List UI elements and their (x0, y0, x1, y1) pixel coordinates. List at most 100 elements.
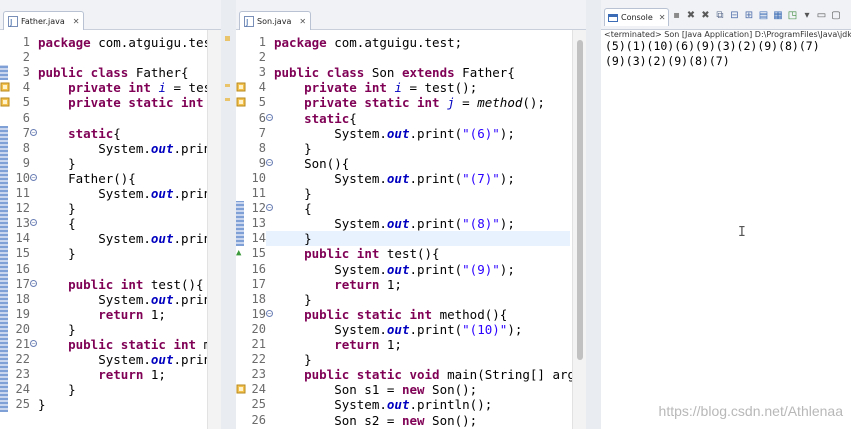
maximize-icon[interactable]: ▢ (831, 10, 842, 21)
code-area[interactable]: 1 package com.atguigu.test; 2 3 public class… (236, 30, 586, 429)
code-line[interactable]: 11 } (236, 186, 586, 201)
code-line[interactable]: 19– public static int method(){ (236, 307, 586, 322)
code-line[interactable]: 2 (0, 50, 221, 65)
minimize-icon[interactable]: ▭ (816, 10, 827, 21)
code-line[interactable]: 17– public int test(){ (0, 277, 221, 292)
code-line[interactable]: 14 System.out.print(" (0, 231, 221, 246)
line-number: 19 (251, 306, 266, 321)
code-line[interactable]: 15 } (0, 246, 221, 261)
code-text: System.out.print("(7)"); (274, 170, 515, 186)
code-line[interactable]: 21 return 1; (236, 337, 586, 352)
code-line[interactable]: 21– public static int meth (0, 337, 221, 352)
warning-marker-icon[interactable] (236, 82, 246, 92)
display-selected-console-icon[interactable]: ▦ (773, 10, 784, 21)
fold-toggle-icon[interactable]: – (30, 340, 37, 347)
warning-marker-icon[interactable] (236, 97, 246, 107)
console-output-line[interactable]: (9)(3)(2)(9)(8)(7) (605, 54, 730, 68)
warning-marker-icon[interactable] (0, 82, 10, 92)
code-line[interactable]: 24 } (0, 382, 221, 397)
fold-toggle-icon[interactable]: – (30, 219, 37, 227)
fold-toggle-icon[interactable]: – (30, 173, 37, 181)
code-line[interactable]: 9– Son(){ (236, 156, 586, 171)
tab-console[interactable]: Console ✕ (604, 8, 670, 26)
code-line[interactable]: 13 System.out.print("(8)"); (236, 216, 586, 231)
code-line[interactable]: 24 Son s1 = new Son(); (236, 382, 586, 397)
code-line[interactable]: 19 return 1; (0, 307, 221, 322)
code-line[interactable]: 3 public class Father{ (0, 65, 221, 80)
code-line[interactable]: 1 package com.atguigu.test; (236, 35, 586, 50)
code-line[interactable]: 25} (0, 397, 221, 412)
fold-toggle-icon[interactable]: – (266, 113, 273, 121)
close-icon[interactable]: ✕ (73, 17, 80, 26)
code-line[interactable]: 23 return 1; (0, 367, 221, 382)
code-line[interactable]: 2 (236, 50, 586, 65)
open-console-icon[interactable]: ◳ (787, 10, 798, 21)
code-line[interactable]: 7 System.out.print("(6)"); (236, 126, 586, 141)
code-line[interactable]: 25 System.out.println(); (236, 397, 586, 412)
code-line[interactable]: 3 public class Son extends Father{ (236, 65, 586, 80)
terminate-icon[interactable]: ✖ (686, 10, 697, 21)
code-line[interactable]: 6– static{ (236, 111, 586, 126)
code-line[interactable]: 20 System.out.print("(10)"); (236, 322, 586, 337)
view-menu-icon[interactable]: ▾ (802, 10, 813, 21)
copy-icon[interactable]: ⧉ (715, 10, 726, 21)
scrollbar-thumb[interactable] (577, 40, 583, 360)
code-line[interactable]: 9 } (0, 156, 221, 171)
code-line[interactable]: 4 private int i = test(); (236, 80, 586, 95)
code-line[interactable]: 16 System.out.print("(9)"); (236, 262, 586, 277)
scroll-lock-icon[interactable]: ⊟ (729, 10, 740, 21)
code-line[interactable]: 5 private static int j = (0, 95, 221, 110)
fold-toggle-icon[interactable]: – (266, 204, 273, 212)
fold-toggle-icon[interactable]: – (266, 158, 273, 166)
code-line[interactable]: 13– { (0, 216, 221, 231)
warning-marker-icon[interactable] (0, 97, 10, 107)
code-line[interactable]: 10 System.out.print("(7)"); (236, 171, 586, 186)
word-wrap-icon[interactable]: ⊞ (744, 10, 755, 21)
code-line[interactable]: 18 System.out.print(" (0, 292, 221, 307)
code-line[interactable]: 8 System.out.print(" (0, 141, 221, 156)
remove-all-terminated-icon[interactable]: ▪ (671, 10, 682, 21)
fold-toggle-icon[interactable]: – (30, 279, 37, 287)
override-marker-icon[interactable]: ▲ (236, 246, 241, 261)
vertical-scrollbar[interactable] (572, 30, 586, 429)
code-text: Son s2 = new Son(); (274, 412, 478, 428)
code-line[interactable]: 5 private static int j = method(); (236, 95, 586, 110)
vertical-scrollbar[interactable] (207, 30, 221, 429)
show-console-icon[interactable]: ▤ (758, 10, 769, 21)
code-line[interactable]: 26 Son s2 = new Son(); (236, 413, 586, 428)
tab-son-java[interactable]: J Son.java ✕ (239, 11, 312, 30)
line-number: 7 (22, 125, 30, 140)
code-line[interactable]: 8 } (236, 141, 586, 156)
code-line[interactable]: 22 System.out.print(" (0, 352, 221, 367)
code-line[interactable]: 4 private int i = test( (0, 80, 221, 95)
code-area[interactable]: 1 package com.atguigu.test; 2 3 public class… (0, 30, 221, 429)
code-line[interactable]: 7– static{ (0, 126, 221, 141)
fold-toggle-icon[interactable]: – (30, 128, 37, 136)
code-line[interactable]: 23 public static void main(String[] args… (236, 367, 586, 382)
code-line[interactable]: 12 } (0, 201, 221, 216)
code-line[interactable]: 18 } (236, 292, 586, 307)
code-line[interactable]: 6 (0, 111, 221, 126)
code-line[interactable]: 16 (0, 262, 221, 277)
tab-father-java[interactable]: J Father.java ✕ (3, 11, 85, 30)
warning-marker-icon[interactable] (236, 384, 246, 394)
editor-divider[interactable] (586, 0, 601, 429)
remove-launch-icon[interactable]: ✖ (700, 10, 711, 21)
code-line[interactable]: 22 } (236, 352, 586, 367)
code-line[interactable]: 14 } (236, 231, 586, 246)
code-line[interactable]: 1 package com.atguigu.test; (0, 35, 221, 50)
code-line[interactable]: 17 return 1; (236, 277, 586, 292)
close-icon[interactable]: ✕ (299, 17, 306, 26)
editor-divider[interactable] (221, 0, 236, 429)
line-number: 1 (22, 35, 30, 49)
line-number: 5 (258, 95, 266, 110)
fold-toggle-icon[interactable]: – (266, 309, 273, 317)
console-output-line[interactable]: (5)(1)(10)(6)(9)(3)(2)(9)(8)(7) (605, 39, 820, 53)
code-line[interactable]: 20 } (0, 322, 221, 337)
close-icon[interactable]: ✕ (659, 13, 666, 22)
code-line[interactable]: 15 ▲ public int test(){ (236, 246, 586, 261)
code-text: System.out.print(" (38, 140, 221, 156)
code-line[interactable]: 12– { (236, 201, 586, 216)
code-line[interactable]: 11 System.out.print(" (0, 186, 221, 201)
code-line[interactable]: 10– Father(){ (0, 171, 221, 186)
